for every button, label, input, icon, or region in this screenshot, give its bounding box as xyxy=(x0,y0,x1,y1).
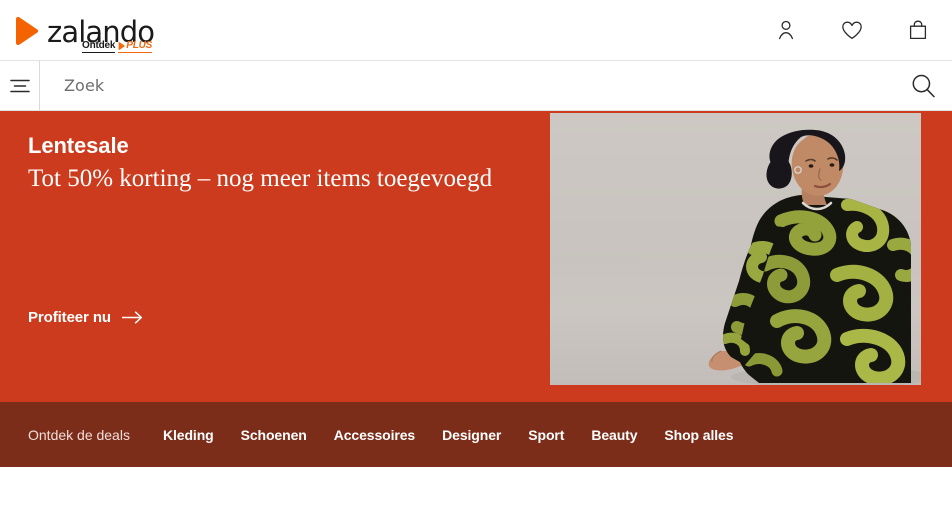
header-icon-group xyxy=(774,18,934,42)
deals-nav-item-shop-alles[interactable]: Shop alles xyxy=(664,427,733,443)
ontdek-plus-badge[interactable]: Ontdek PLUS xyxy=(82,40,152,53)
hero-kicker: Lentesale xyxy=(28,133,129,158)
zalando-homepage: zalando Ontdek PLUS Zoek Lentesale Tot 5… xyxy=(0,0,952,511)
hero-cta-link[interactable]: Profiteer nu xyxy=(28,309,143,326)
deals-nav-item-schoenen[interactable]: Schoenen xyxy=(241,427,307,443)
hero-model-figure xyxy=(708,129,921,385)
hero-cta-label: Profiteer nu xyxy=(28,309,111,326)
deals-nav-item-sport[interactable]: Sport xyxy=(528,427,564,443)
search-icon[interactable] xyxy=(894,61,952,110)
deals-nav-label: Ontdek de deals xyxy=(28,426,130,443)
hero-headline: Tot 50% korting – nog meer items toegevo… xyxy=(28,165,493,193)
hamburger-menu-icon[interactable] xyxy=(0,61,40,110)
search-input[interactable]: Zoek xyxy=(40,61,894,110)
plus-play-icon xyxy=(118,41,125,50)
deals-nav: Ontdek de deals Kleding Schoenen Accesso… xyxy=(0,402,952,467)
plus-lockup: PLUS xyxy=(118,40,152,53)
deals-nav-item-designer[interactable]: Designer xyxy=(442,427,501,443)
search-placeholder-text: Zoek xyxy=(64,76,105,95)
deals-nav-item-kleding[interactable]: Kleding xyxy=(163,427,214,443)
hero-image[interactable] xyxy=(550,113,921,385)
page-body-area xyxy=(0,467,952,510)
account-icon[interactable] xyxy=(774,18,798,42)
zalando-play-mark-icon xyxy=(14,16,40,46)
deals-nav-item-beauty[interactable]: Beauty xyxy=(591,427,637,443)
ontdek-plus-prefix: Ontdek xyxy=(82,40,116,53)
hero-banner: Lentesale Tot 50% korting – nog meer ite… xyxy=(0,111,952,402)
shopping-bag-icon[interactable] xyxy=(906,18,930,42)
hero-copy: Lentesale Tot 50% korting – nog meer ite… xyxy=(28,133,533,196)
deals-nav-links: Kleding Schoenen Accessoires Designer Sp… xyxy=(163,427,734,443)
search-bar: Zoek xyxy=(0,61,952,111)
deals-nav-item-accessoires[interactable]: Accessoires xyxy=(334,427,416,443)
arrow-right-icon xyxy=(121,311,143,324)
site-header: zalando Ontdek PLUS xyxy=(0,0,952,61)
zalando-logo[interactable]: zalando Ontdek PLUS xyxy=(14,14,155,53)
plus-label: PLUS xyxy=(126,40,153,51)
wishlist-heart-icon[interactable] xyxy=(840,18,864,42)
